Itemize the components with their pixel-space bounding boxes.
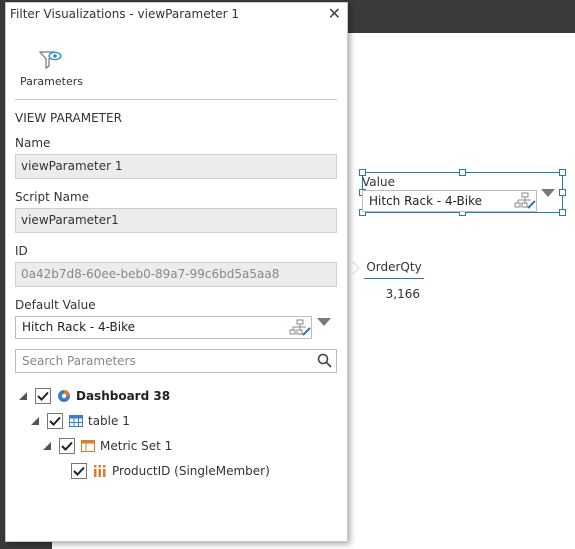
single-member-icon [93, 464, 107, 478]
tree-node-label: ProductID (SingleMember) [112, 464, 270, 478]
resize-handle[interactable] [559, 189, 566, 196]
script-name-field[interactable]: viewParameter1 [15, 208, 337, 233]
tree-checkbox[interactable] [47, 413, 63, 429]
funnel-eye-icon [20, 49, 80, 71]
tree-node-label: table 1 [88, 414, 130, 428]
tree-node-metric-set[interactable]: Metric Set 1 [43, 436, 172, 456]
chevron-down-icon[interactable] [541, 189, 555, 197]
id-field[interactable]: 0a42b7d8-60ee-beb0-89a7-99c6bd5a5aa8 [15, 262, 337, 287]
search-icon[interactable] [317, 353, 332, 368]
id-label: ID [15, 244, 28, 258]
metric-set-icon [81, 439, 95, 453]
tree-checkbox[interactable] [59, 438, 75, 454]
resize-handle[interactable] [559, 209, 566, 216]
search-parameters-input[interactable]: Search Parameters [15, 349, 337, 373]
close-icon[interactable]: ✕ [328, 5, 341, 23]
hierarchy-edit-icon[interactable] [514, 192, 536, 210]
name-label: Name [15, 136, 51, 150]
tree-checkbox[interactable] [71, 463, 87, 479]
collapse-arrow-icon[interactable] [19, 392, 27, 400]
tree-node-label: Metric Set 1 [100, 439, 173, 453]
chevron-down-icon[interactable] [317, 318, 331, 326]
tree-node-table[interactable]: table 1 [31, 411, 130, 431]
hierarchy-edit-icon[interactable] [289, 319, 311, 337]
filter-visualizations-dialog: Filter Visualizations - viewParameter 1 … [5, 2, 348, 542]
tree-node-dashboard[interactable]: Dashboard 38 [19, 386, 170, 406]
table-icon [69, 414, 83, 428]
parameter-control-input[interactable]: Hitch Rack - 4-Bike [362, 190, 537, 212]
name-field[interactable]: viewParameter 1 [15, 154, 337, 179]
tree-node-label: Dashboard 38 [76, 389, 171, 403]
parameter-control-label: Value [362, 175, 395, 189]
dashboard-icon [57, 389, 71, 403]
section-heading: VIEW PARAMETER [15, 111, 122, 125]
default-value-label: Default Value [15, 298, 96, 312]
resize-handle[interactable] [459, 169, 466, 176]
table-column-header[interactable]: OrderQty [364, 260, 424, 279]
parameters-tool-label: Parameters [20, 75, 83, 88]
collapse-arrow-icon[interactable] [43, 442, 51, 450]
default-value-input[interactable]: Hitch Rack - 4-Bike [15, 316, 312, 339]
table-cell: 3,166 [385, 287, 420, 301]
collapse-arrow-icon[interactable] [31, 417, 39, 425]
tree-checkbox[interactable] [35, 388, 51, 404]
resize-handle[interactable] [559, 169, 566, 176]
script-name-label: Script Name [15, 190, 90, 204]
parameters-tool-button[interactable]: Parameters [20, 49, 83, 88]
dialog-title: Filter Visualizations - viewParameter 1 [10, 7, 240, 21]
tree-node-productid[interactable]: ProductID (SingleMember) [71, 461, 270, 481]
toolbar-divider [15, 99, 337, 100]
